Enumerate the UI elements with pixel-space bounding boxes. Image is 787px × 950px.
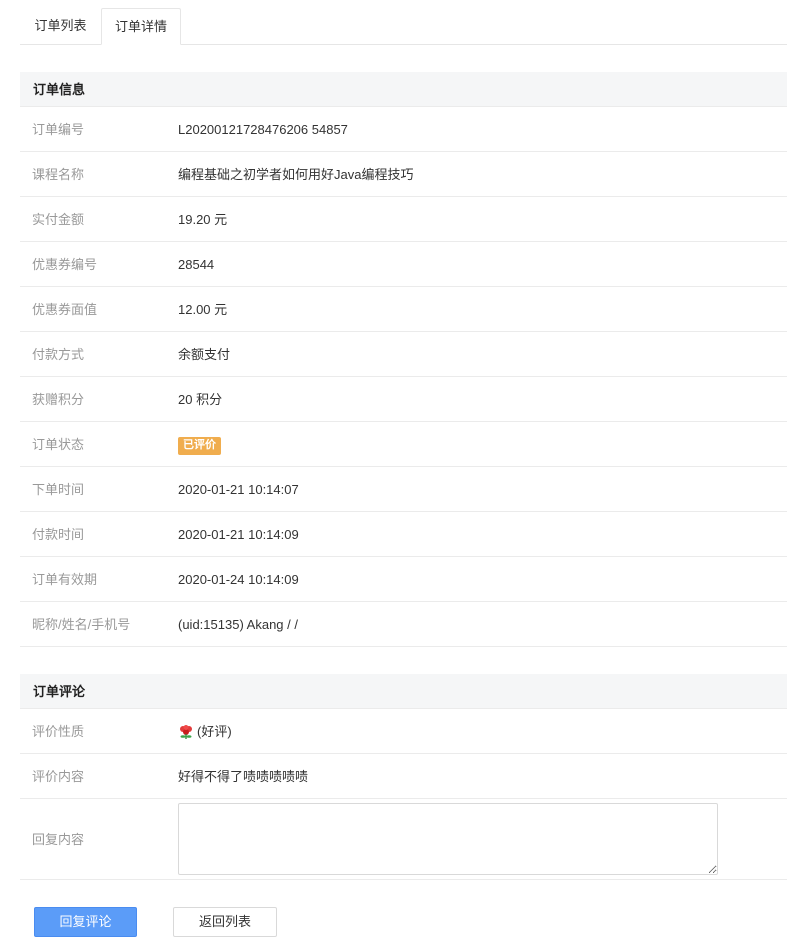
back-to-list-button[interactable]: 返回列表: [173, 907, 277, 937]
review-nature-row: 评价性质 (好评): [20, 709, 787, 754]
coupon-value-row: 优惠券面值 12.00 元: [20, 287, 787, 332]
tab-order-list[interactable]: 订单列表: [20, 8, 101, 45]
coupon-value-label: 优惠券面值: [32, 302, 98, 317]
payment-method-row: 付款方式 余额支付: [20, 332, 787, 377]
user-info-label: 昵称/姓名/手机号: [32, 617, 131, 632]
paid-amount-row: 实付金额 19.20 元: [20, 197, 787, 242]
payment-time-label: 付款时间: [32, 527, 85, 542]
order-number-label: 订单编号: [32, 122, 85, 137]
review-nature-text: (好评): [197, 724, 232, 739]
tab-order-detail[interactable]: 订单详情: [101, 8, 181, 45]
review-nature-value: (好评): [178, 709, 232, 754]
user-info-value: (uid:15135) Akang / /: [178, 617, 298, 632]
order-info-heading: 订单信息: [20, 72, 787, 107]
order-time-label: 下单时间: [32, 482, 85, 497]
order-review-heading: 订单评论: [20, 674, 787, 709]
points-label: 获赠积分: [32, 392, 85, 407]
points-value: 20 积分: [178, 392, 223, 407]
order-status-label: 订单状态: [32, 437, 85, 452]
flower-icon: [180, 724, 192, 739]
reply-textarea[interactable]: [178, 803, 718, 875]
payment-method-label: 付款方式: [32, 347, 85, 362]
tab-bar: 订单列表 订单详情: [20, 8, 787, 45]
coupon-value-value: 12.00 元: [178, 302, 228, 317]
validity-label: 订单有效期: [32, 572, 98, 587]
course-name-value: 编程基础之初学者如何用好Java编程技巧: [178, 167, 414, 182]
coupon-number-label: 优惠券编号: [32, 257, 98, 272]
order-time-value: 2020-01-21 10:14:07: [178, 482, 299, 497]
paid-amount-label: 实付金额: [32, 212, 85, 227]
review-content-value: 好得不得了啧啧啧啧啧: [178, 769, 309, 784]
payment-time-row: 付款时间 2020-01-21 10:14:09: [20, 512, 787, 557]
order-review-section: 订单评论 评价性质 (好评) 评价内容 好得不得了啧啧啧啧啧 回复内容: [20, 674, 787, 880]
validity-row: 订单有效期 2020-01-24 10:14:09: [20, 557, 787, 602]
reply-content-label: 回复内容: [32, 832, 85, 847]
review-content-row: 评价内容 好得不得了啧啧啧啧啧: [20, 754, 787, 799]
paid-amount-value: 19.20 元: [178, 212, 228, 227]
order-info-section: 订单信息 订单编号 L20200121728476206 54857 课程名称 …: [20, 72, 787, 647]
order-status-value: 已评价: [178, 422, 221, 467]
order-number-row: 订单编号 L20200121728476206 54857: [20, 107, 787, 152]
user-info-row: 昵称/姓名/手机号 (uid:15135) Akang / /: [20, 602, 787, 647]
review-content-label: 评价内容: [32, 769, 85, 784]
coupon-number-value: 28544: [178, 257, 215, 272]
order-number-value: L20200121728476206 54857: [178, 122, 348, 137]
points-row: 获赠积分 20 积分: [20, 377, 787, 422]
course-name-row: 课程名称 编程基础之初学者如何用好Java编程技巧: [20, 152, 787, 197]
review-nature-label: 评价性质: [32, 724, 85, 739]
validity-value: 2020-01-24 10:14:09: [178, 572, 299, 587]
order-time-row: 下单时间 2020-01-21 10:14:07: [20, 467, 787, 512]
order-status-row: 订单状态 已评价: [20, 422, 787, 467]
status-badge: 已评价: [178, 436, 221, 455]
reply-content-row: 回复内容: [20, 799, 787, 880]
course-name-label: 课程名称: [32, 167, 85, 182]
coupon-number-row: 优惠券编号 28544: [20, 242, 787, 287]
payment-method-value: 余额支付: [178, 347, 231, 362]
payment-time-value: 2020-01-21 10:14:09: [178, 527, 299, 542]
reply-review-button[interactable]: 回复评论: [34, 907, 137, 937]
